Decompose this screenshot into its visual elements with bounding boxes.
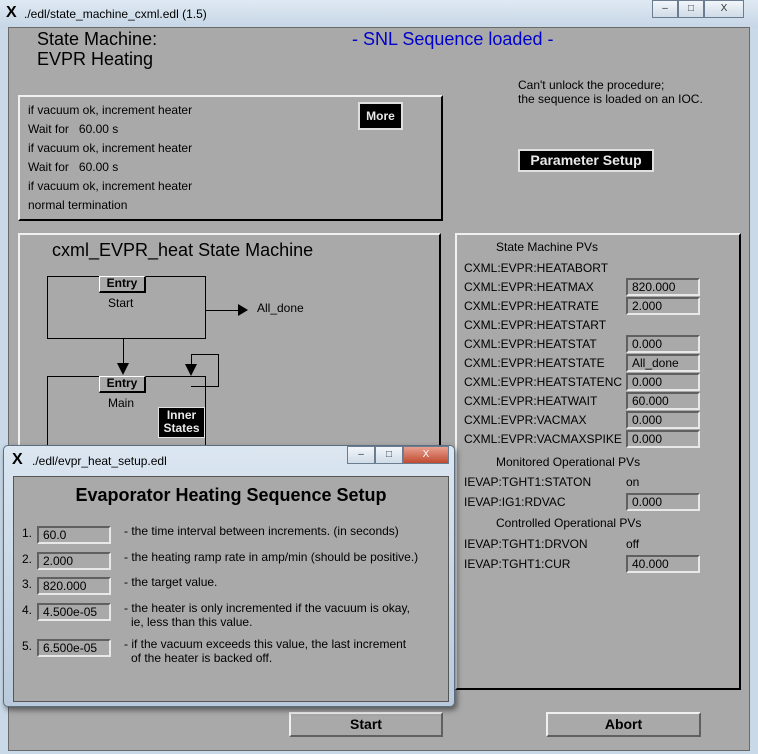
x-window-icon: X <box>12 451 23 468</box>
down-arrow-icon <box>185 364 197 376</box>
row-number: 2. <box>22 552 33 566</box>
pv-value-field: 820.000 <box>626 278 700 296</box>
log-line: normal termination <box>28 198 128 212</box>
state-start-label: Start <box>108 296 134 310</box>
maximize-button[interactable]: □ <box>678 0 704 18</box>
down-arrow-icon <box>117 363 129 375</box>
pv-value-field: 2.000 <box>626 297 700 315</box>
x-window-icon: X <box>6 4 17 21</box>
row-number: 4. <box>22 603 33 617</box>
pv-label: IEVAP:TGHT1:CUR <box>464 557 571 571</box>
pv-value-field: 0.000 <box>626 493 700 511</box>
param-input[interactable]: 4.500e-05 <box>37 603 111 621</box>
dialog-content: Evaporator Heating Sequence Setup 1. 60.0… <box>13 476 449 702</box>
param-input[interactable]: 820.000 <box>37 577 111 595</box>
monitored-pv-header: Monitored Operational PVs <box>496 455 641 469</box>
param-description: - the heater is only incremented if the … <box>124 601 410 615</box>
param-description-cont: of the heater is backed off. <box>131 651 273 665</box>
row-number: 3. <box>22 577 33 591</box>
param-input[interactable]: 2.000 <box>37 552 111 570</box>
minimize-button[interactable]: – <box>652 0 678 18</box>
pv-label: CXML:EVPR:VACMAXSPIKE <box>464 432 622 446</box>
exit-label: All_done <box>257 301 304 315</box>
pv-value-field: 0.000 <box>626 430 700 448</box>
exit-arrow-line <box>206 310 242 311</box>
pv-label: CXML:EVPR:HEATSTATE <box>464 356 605 370</box>
parameter-setup-button[interactable]: Parameter Setup <box>518 149 654 172</box>
pv-label: IEVAP:TGHT1:DRVON <box>464 537 588 551</box>
window-title: ./edl/state_machine_cxml.edl (1.5) <box>24 7 207 21</box>
pv-label: CXML:EVPR:HEATWAIT <box>464 394 598 408</box>
param-description: - the target value. <box>124 575 218 589</box>
title-line2: EVPR Heating <box>37 49 154 69</box>
pv-label: CXML:EVPR:HEATMAX <box>464 280 594 294</box>
param-description: - the time interval between increments. … <box>124 524 399 538</box>
start-button[interactable]: Start <box>289 712 443 737</box>
param-input[interactable]: 6.500e-05 <box>37 639 111 657</box>
log-line: if vacuum ok, increment heater <box>28 103 193 117</box>
pv-label: CXML:EVPR:HEATSTATENC <box>464 375 623 389</box>
pv-label: CXML:EVPR:HEATABORT <box>464 261 609 275</box>
log-line: if vacuum ok, increment heater <box>28 141 193 155</box>
log-line: Wait for 60.00 s <box>28 160 119 174</box>
abort-button[interactable]: Abort <box>546 712 701 737</box>
pv-value-field: 0.000 <box>626 335 700 353</box>
pv-value-field: All_done <box>626 354 700 372</box>
start-entry-button[interactable]: Entry <box>99 276 146 293</box>
more-button[interactable]: More <box>358 102 403 130</box>
controlled-pv-header: Controlled Operational PVs <box>496 516 642 530</box>
sm-pv-header: State Machine PVs <box>496 240 599 254</box>
sequence-status: - SNL Sequence loaded - <box>352 29 554 49</box>
exit-arrow-icon <box>238 304 248 316</box>
dialog-close-button[interactable]: X <box>403 446 449 464</box>
pv-label: CXML:EVPR:HEATSTART <box>464 318 607 332</box>
lock-message-2: the sequence is loaded on an IOC. <box>518 92 703 106</box>
pv-label: IEVAP:TGHT1:STATON <box>464 475 592 489</box>
dialog-maximize-button[interactable]: □ <box>375 446 403 464</box>
pv-label: CXML:EVPR:VACMAX <box>464 413 587 427</box>
param-input[interactable]: 60.0 <box>37 526 111 544</box>
row-number: 1. <box>22 526 33 540</box>
main-title-bar: X ./edl/state_machine_cxml.edl (1.5) <box>0 0 758 28</box>
pv-value-field: 0.000 <box>626 373 700 391</box>
state-main-label: Main <box>108 396 135 410</box>
close-button[interactable]: X <box>704 0 744 18</box>
param-description-cont: ie, less than this value. <box>131 615 253 629</box>
pv-value-field: 0.000 <box>626 411 700 429</box>
diagram-title: cxml_EVPR_heat State Machine <box>52 240 314 260</box>
pv-label: CXML:EVPR:HEATSTAT <box>464 337 597 351</box>
param-description: - the heating ramp rate in amp/min (shou… <box>124 550 419 564</box>
title-line1: State Machine: <box>37 29 158 49</box>
inner-states-button[interactable]: Inner States <box>158 407 205 438</box>
row-number: 5. <box>22 639 33 653</box>
pv-value-field: 40.000 <box>626 555 700 573</box>
setup-dialog: X ./edl/evpr_heat_setup.edl – □ X Evapor… <box>3 445 455 707</box>
dialog-minimize-button[interactable]: – <box>347 446 375 464</box>
dialog-title: ./edl/evpr_heat_setup.edl <box>32 454 167 468</box>
pv-text-value: on <box>626 475 640 489</box>
param-description: - if the vacuum exceeds this value, the … <box>124 637 407 651</box>
dialog-heading: Evaporator Heating Sequence Setup <box>75 485 387 505</box>
pv-value-field: 60.000 <box>626 392 700 410</box>
pv-label: CXML:EVPR:HEATRATE <box>464 299 599 313</box>
log-line: Wait for 60.00 s <box>28 122 119 136</box>
main-entry-button[interactable]: Entry <box>99 376 146 393</box>
lock-message-1: Can't unlock the procedure; <box>518 78 665 92</box>
pv-text-value: off <box>626 537 640 551</box>
log-line: if vacuum ok, increment heater <box>28 179 193 193</box>
pv-label: IEVAP:IG1:RDVAC <box>464 495 566 509</box>
